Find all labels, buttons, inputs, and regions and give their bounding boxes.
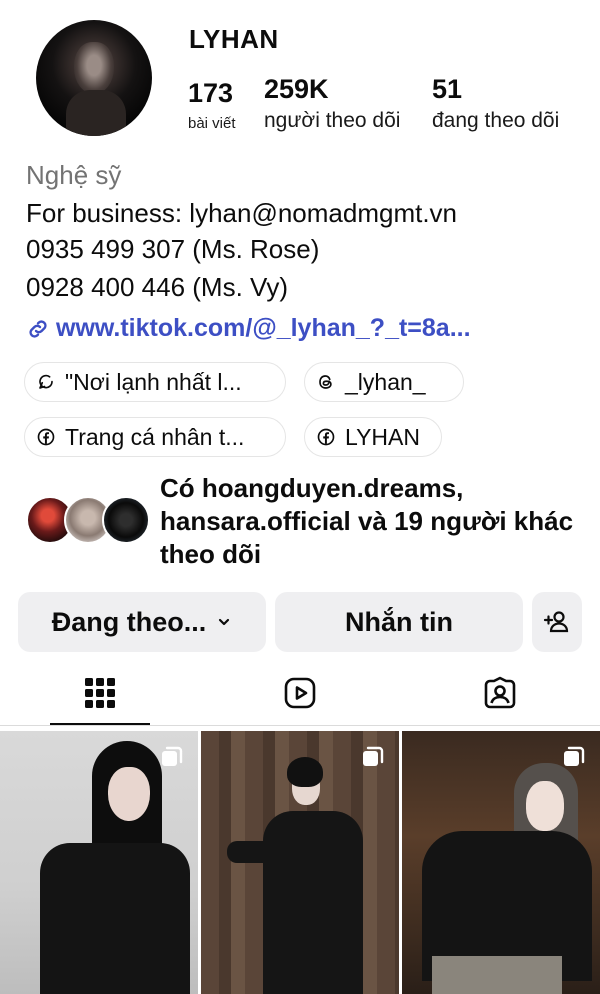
post-thumbnail[interactable] <box>0 731 198 994</box>
following-button-label: Đang theo... <box>51 606 207 637</box>
grid-icon <box>85 678 115 708</box>
chip-facebook-lyhan[interactable]: LYHAN <box>304 417 442 457</box>
posts-label: bài viết <box>188 115 236 132</box>
facebook-icon <box>37 428 55 446</box>
tab-reels[interactable] <box>200 664 400 722</box>
mutual-prefix: Có <box>160 473 202 503</box>
post-image-figure <box>526 781 564 831</box>
chip-facebook-page-label: Trang cá nhân t... <box>65 423 245 450</box>
multiple-photos-icon <box>564 746 585 766</box>
followers-count: 259K <box>264 74 329 104</box>
post-thumbnail[interactable] <box>201 731 399 994</box>
post-thumbnail[interactable] <box>402 731 600 994</box>
mutual-followers-avatars[interactable] <box>26 496 150 546</box>
chip-thread-note[interactable]: "Nơi lạnh nhất l... <box>24 362 286 402</box>
message-button-label: Nhắn tin <box>345 606 453 637</box>
bio-line-phone-rose: 0935 499 307 (Ms. Rose) <box>26 234 320 264</box>
message-button[interactable]: Nhắn tin <box>275 592 523 652</box>
following-count: 51 <box>432 74 463 104</box>
mutual-avatar <box>102 496 150 544</box>
profile-username: LYHAN <box>189 24 279 54</box>
following-button[interactable]: Đang theo... <box>18 592 266 652</box>
following-label: đang theo dõi <box>432 109 560 132</box>
tab-tagged[interactable] <box>400 664 600 722</box>
chip-facebook-lyhan-label: LYHAN <box>345 423 420 450</box>
facebook-icon <box>317 428 335 446</box>
link-icon <box>29 319 47 338</box>
post-image-figure <box>287 757 323 787</box>
post-image-figure <box>40 843 190 994</box>
chip-threads[interactable]: _lyhan_ <box>304 362 464 402</box>
chip-facebook-page[interactable]: Trang cá nhân t... <box>24 417 286 457</box>
profile-category: Nghệ sỹ <box>26 160 122 190</box>
stat-posts[interactable]: 173 bài viết <box>188 78 236 132</box>
post-image-figure <box>108 767 150 821</box>
posts-count: 173 <box>188 78 234 108</box>
profile-link[interactable]: www.tiktok.com/@_lyhan_?_t=8a... <box>26 314 471 343</box>
mutual-followers-text[interactable]: Có hoangduyen.dreams, hansara.official v… <box>160 472 580 571</box>
tagged-icon <box>484 676 516 709</box>
tab-grid[interactable] <box>0 664 200 722</box>
profile-link-text: www.tiktok.com/@_lyhan_?_t=8a... <box>56 314 471 342</box>
add-person-icon <box>543 611 569 633</box>
multiple-photos-icon <box>162 746 183 766</box>
profile-tabs <box>0 664 600 726</box>
bio-line-phone-vy: 0928 400 446 (Ms. Vy) <box>26 272 289 302</box>
tabs-divider <box>0 725 600 726</box>
stat-following[interactable]: 51 đang theo dõi <box>432 74 559 133</box>
post-image-figure <box>432 956 562 994</box>
thread-icon <box>39 374 53 389</box>
chip-thread-note-label: "Nơi lạnh nhất l... <box>65 368 242 395</box>
profile-avatar[interactable] <box>36 20 152 136</box>
threads-icon <box>319 375 332 389</box>
followers-label: người theo dõi <box>264 109 401 132</box>
reels-icon <box>284 677 316 709</box>
stat-followers[interactable]: 259K người theo dõi <box>264 74 400 133</box>
chip-threads-label: _lyhan_ <box>345 368 426 395</box>
chevron-down-icon <box>219 618 230 626</box>
multiple-photos-icon <box>363 746 384 766</box>
bio-line-business: For business: lyhan@nomadmgmt.vn <box>26 198 458 228</box>
post-image-figure <box>263 811 363 994</box>
add-person-button[interactable] <box>532 592 582 652</box>
